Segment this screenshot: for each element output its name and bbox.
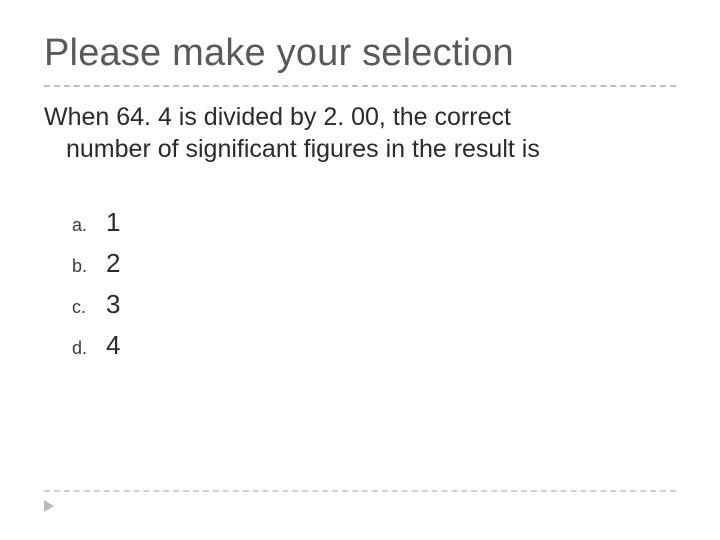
option-letter: b. <box>72 256 106 277</box>
question-line-2: number of significant figures in the res… <box>44 133 664 165</box>
option-a[interactable]: a. 1 <box>72 207 676 238</box>
option-letter: a. <box>72 215 106 236</box>
bullet-marker-icon <box>44 500 56 512</box>
option-value: 3 <box>106 289 120 320</box>
question-text: When 64. 4 is divided by 2. 00, the corr… <box>44 101 664 165</box>
title-divider <box>44 85 676 87</box>
option-value: 1 <box>106 207 120 238</box>
question-line-1: When 64. 4 is divided by 2. 00, the corr… <box>44 103 511 131</box>
option-letter: c. <box>72 297 106 318</box>
options-list: a. 1 b. 2 c. 3 d. 4 <box>44 207 676 361</box>
option-b[interactable]: b. 2 <box>72 248 676 279</box>
page-title: Please make your selection <box>44 32 676 75</box>
slide: Please make your selection When 64. 4 is… <box>0 0 720 540</box>
option-value: 2 <box>106 248 120 279</box>
option-value: 4 <box>106 330 120 361</box>
option-c[interactable]: c. 3 <box>72 289 676 320</box>
option-letter: d. <box>72 338 106 359</box>
option-d[interactable]: d. 4 <box>72 330 676 361</box>
footer-divider <box>44 490 676 492</box>
